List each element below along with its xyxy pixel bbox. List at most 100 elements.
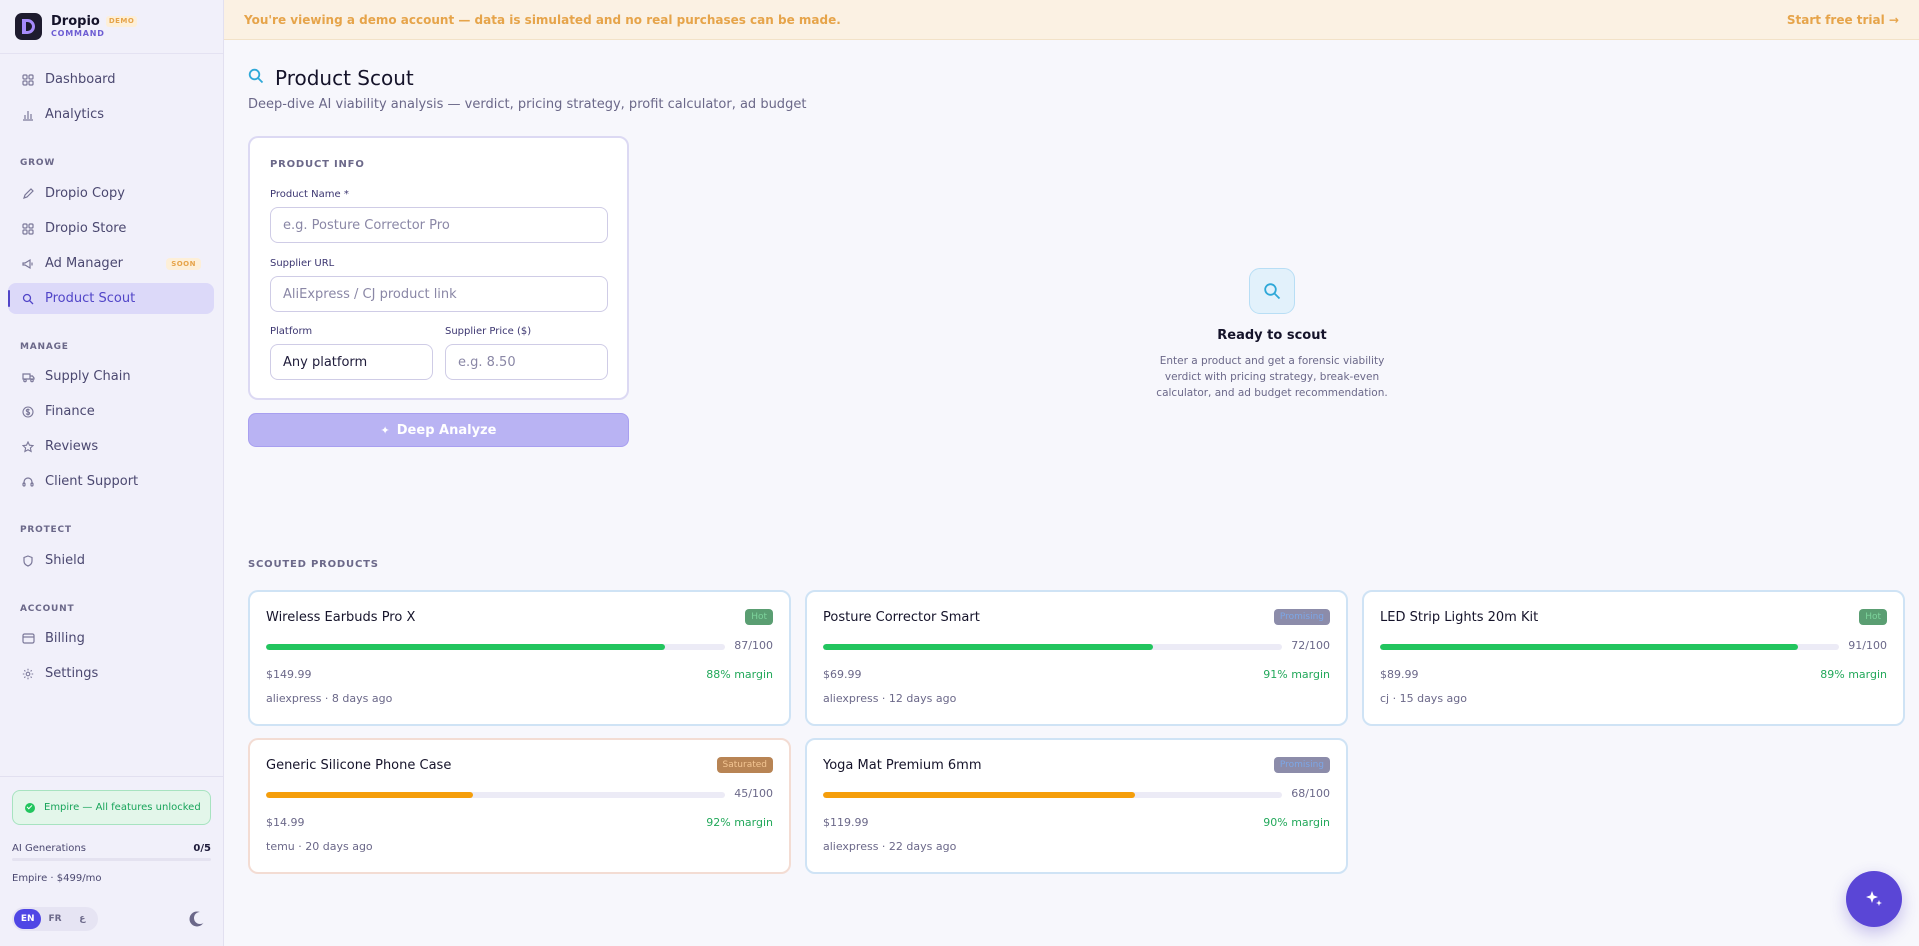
demo-banner: You're viewing a demo account — data is …: [224, 0, 1919, 40]
section-manage: MANAGE: [20, 342, 69, 352]
nav-label: Shield: [45, 553, 85, 568]
lang-fr-button[interactable]: FR: [41, 909, 68, 929]
nav-label: Supply Chain: [45, 369, 131, 384]
product-name-input[interactable]: [270, 207, 608, 243]
nav-label: Dropio Store: [45, 221, 127, 236]
soon-badge: SOON: [166, 257, 201, 270]
product-card[interactable]: Posture Corrector Smart Promising 72/100 $6…: [805, 590, 1348, 726]
plan-status-text: Empire — All features unlocked: [44, 802, 201, 813]
brand-subtitle: COMMAND: [51, 29, 105, 38]
nav-product-scout[interactable]: Product Scout: [8, 283, 214, 314]
product-price: $119.99: [823, 816, 869, 829]
score-bar: [823, 792, 1282, 798]
nav-label: Finance: [45, 404, 95, 419]
nav-reviews[interactable]: Reviews: [8, 431, 214, 462]
brand[interactable]: Dropio DEMO COMMAND: [0, 0, 223, 54]
score-bar: [823, 644, 1282, 650]
score-bar-fill: [823, 644, 1154, 650]
product-margin: 89% margin: [1820, 668, 1887, 681]
score-text: 45/100: [734, 787, 773, 800]
plan-line: Empire · $499/mo: [12, 873, 102, 884]
nav-label: Dashboard: [45, 72, 116, 87]
scouted-products-heading: SCOUTED PRODUCTS: [248, 559, 379, 570]
nav-analytics[interactable]: Analytics: [8, 99, 214, 130]
product-card[interactable]: Wireless Earbuds Pro X Hot 87/100 $149.99 88…: [248, 590, 791, 726]
demo-banner-message: You're viewing a demo account — data is …: [244, 12, 841, 27]
product-price: $149.99: [266, 668, 312, 681]
product-margin: 91% margin: [1263, 668, 1330, 681]
section-protect: PROTECT: [20, 525, 72, 535]
nav-ad-manager[interactable]: Ad Manager SOON: [8, 248, 214, 279]
star-icon: [21, 440, 35, 454]
supplier-url-input[interactable]: [270, 276, 608, 312]
truck-icon: [21, 370, 35, 384]
supplier-price-label: Supplier Price ($): [445, 326, 532, 337]
empty-state-description: Enter a product and get a forensic viabi…: [1156, 355, 1388, 399]
score-text: 87/100: [734, 639, 773, 652]
page-subtitle: Deep-dive AI viability analysis — verdic…: [248, 97, 807, 112]
product-name-label: Product Name *: [270, 189, 349, 200]
dark-mode-moon-icon[interactable]: [194, 912, 206, 924]
nav-finance[interactable]: Finance: [8, 396, 214, 427]
product-card[interactable]: Generic Silicone Phone Case Saturated 45/1…: [248, 738, 791, 874]
nav-dashboard[interactable]: Dashboard: [8, 64, 214, 95]
product-price: $14.99: [266, 816, 305, 829]
gear-icon: [21, 667, 35, 681]
verdict-badge: Promising: [1273, 609, 1330, 625]
product-name: Wireless Earbuds Pro X: [266, 610, 416, 625]
product-name: Posture Corrector Smart: [823, 610, 980, 625]
pencil-icon: [21, 187, 35, 201]
supplier-url-label: Supplier URL: [270, 258, 335, 269]
supplier-price-input[interactable]: [445, 344, 608, 380]
score-text: 68/100: [1291, 787, 1330, 800]
score-bar: [266, 792, 725, 798]
product-card[interactable]: LED Strip Lights 20m Kit Hot 91/100 $89.99 8…: [1362, 590, 1905, 726]
megaphone-icon: [21, 257, 35, 271]
ai-generations: AI Generations 0/5: [12, 843, 211, 854]
empty-state: Ready to scout Enter a product and get a…: [1150, 268, 1394, 401]
search-icon: [1249, 268, 1295, 314]
nav-label: Product Scout: [45, 291, 136, 306]
search-icon: [248, 68, 264, 88]
score-text: 91/100: [1848, 639, 1887, 652]
product-margin: 88% margin: [706, 668, 773, 681]
nav-dropio-store[interactable]: Dropio Store: [8, 213, 214, 244]
lang-en-button[interactable]: EN: [14, 909, 42, 929]
form-heading: PRODUCT INFO: [270, 159, 365, 170]
nav-settings[interactable]: Settings: [8, 658, 214, 689]
ai-generations-bar: [12, 858, 211, 861]
product-name: Generic Silicone Phone Case: [266, 758, 452, 773]
platform-select[interactable]: Any platform: [270, 344, 433, 380]
headset-icon: [21, 475, 35, 489]
score-bar-fill: [266, 644, 666, 650]
verdict-badge: Saturated: [716, 757, 773, 773]
nav-dropio-copy[interactable]: Dropio Copy: [8, 178, 214, 209]
product-margin: 90% margin: [1263, 816, 1330, 829]
nav-label: Ad Manager: [45, 256, 124, 271]
verdict-badge: Hot: [1859, 609, 1887, 625]
dollar-icon: [21, 405, 35, 419]
nav-shield[interactable]: Shield: [8, 545, 214, 576]
deep-analyze-button[interactable]: ✦ Deep Analyze: [248, 413, 629, 447]
plan-status[interactable]: Empire — All features unlocked: [12, 790, 211, 825]
card-icon: [21, 632, 35, 646]
ai-generations-count: 0/5: [193, 843, 211, 854]
ai-assistant-button[interactable]: [1846, 871, 1902, 927]
nav-label: Billing: [45, 631, 85, 646]
product-meta: cj · 15 days ago: [1380, 692, 1468, 705]
product-info-form: PRODUCT INFO Product Name * Supplier URL…: [248, 136, 629, 400]
nav-label: Reviews: [45, 439, 99, 454]
sparkles-icon: [1866, 891, 1882, 906]
product-meta: aliexpress · 22 days ago: [823, 840, 957, 853]
bar-chart-icon: [21, 108, 35, 122]
product-meta: temu · 20 days ago: [266, 840, 373, 853]
nav-billing[interactable]: Billing: [8, 623, 214, 654]
demo-badge: DEMO: [105, 16, 138, 27]
lang-ar-button[interactable]: ع: [69, 909, 96, 929]
product-card[interactable]: Yoga Mat Premium 6mm Promising 68/100 $119.…: [805, 738, 1348, 874]
score-text: 72/100: [1291, 639, 1330, 652]
score-bar-fill: [1380, 644, 1798, 650]
start-trial-link[interactable]: Start free trial →: [1787, 13, 1899, 27]
nav-supply-chain[interactable]: Supply Chain: [8, 361, 214, 392]
nav-client-support[interactable]: Client Support: [8, 466, 214, 497]
